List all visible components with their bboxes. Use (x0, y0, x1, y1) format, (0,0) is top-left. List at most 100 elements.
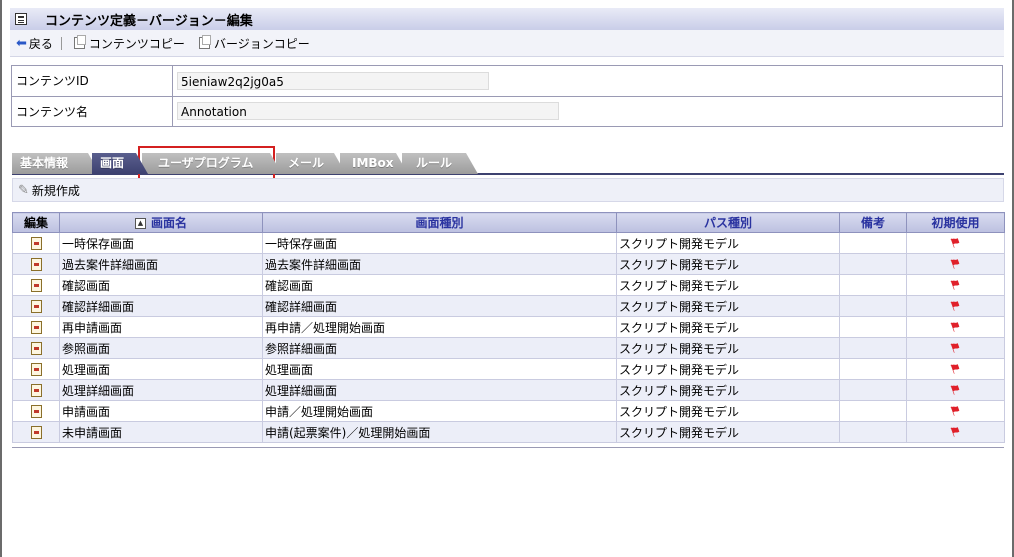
new-create-button[interactable]: ✎ 新規作成 (13, 182, 80, 199)
table-row: 処理画面 処理画面 スクリプト開発モデル ⚑ (12, 358, 1005, 380)
table-row: 一時保存画面 一時保存画面 スクリプト開発モデル ⚑ (12, 232, 1005, 254)
header-path-type[interactable]: パス種別 (616, 212, 840, 233)
edit-cell[interactable] (12, 337, 60, 359)
edit-icon[interactable] (30, 258, 42, 271)
edit-icon[interactable] (30, 426, 42, 439)
edit-icon[interactable] (30, 237, 42, 250)
table-row: 確認詳細画面 確認詳細画面 スクリプト開発モデル ⚑ (12, 295, 1005, 317)
header-screen-name[interactable]: ▲ 画面名 (59, 212, 263, 233)
edit-cell[interactable] (12, 421, 60, 443)
edit-cell[interactable] (12, 316, 60, 338)
edit-cell[interactable] (12, 274, 60, 296)
screen-type-cell: 処理画面 (262, 358, 617, 380)
edit-cell[interactable] (12, 400, 60, 422)
screen-type-cell: 再申請／処理開始画面 (262, 316, 617, 338)
tab-basic-info[interactable]: 基本情報 (12, 153, 100, 174)
initial-use-cell[interactable]: ⚑ (906, 358, 1005, 380)
back-button[interactable]: ⬅ 戻る (10, 35, 53, 52)
edit-icon[interactable] (30, 384, 42, 397)
flag-icon[interactable]: ⚑ (947, 360, 963, 378)
content-copy-label: コンテンツコピー (88, 36, 185, 51)
initial-use-cell[interactable]: ⚑ (906, 337, 1005, 359)
note-cell (839, 253, 907, 275)
content-id-label: コンテンツID (11, 65, 173, 97)
content-name-cell: Annotation (172, 95, 1003, 127)
edit-cell[interactable] (12, 253, 60, 275)
initial-use-cell[interactable]: ⚑ (906, 316, 1005, 338)
edit-icon[interactable] (30, 342, 42, 355)
screen-name-cell: 申請画面 (59, 400, 263, 422)
tab-mail[interactable]: メール (276, 153, 346, 174)
path-type-cell: スクリプト開発モデル (616, 379, 840, 401)
toolbar-divider (60, 36, 62, 50)
copy-icon (73, 35, 86, 49)
flag-icon[interactable]: ⚑ (947, 402, 963, 420)
version-copy-label: バージョンコピー (213, 36, 310, 51)
screen-name-cell: 参照画面 (59, 337, 263, 359)
screen-type-cell: 過去案件詳細画面 (262, 253, 617, 275)
initial-use-cell[interactable]: ⚑ (906, 379, 1005, 401)
edit-cell[interactable] (12, 232, 60, 254)
flag-icon[interactable]: ⚑ (947, 381, 963, 399)
initial-use-cell[interactable]: ⚑ (906, 421, 1005, 443)
initial-use-cell[interactable]: ⚑ (906, 253, 1005, 275)
tab-imbox[interactable]: IMBox (340, 153, 408, 174)
header-screen-type[interactable]: 画面種別 (262, 212, 617, 233)
screen-type-cell: 参照詳細画面 (262, 337, 617, 359)
version-copy-button[interactable]: バージョンコピー (198, 35, 310, 52)
screen-type-cell: 確認画面 (262, 274, 617, 296)
edit-icon[interactable] (30, 300, 42, 313)
content-id-cell: 5ieniaw2q2jg0a5 (172, 65, 1003, 97)
screen-type-cell: 申請／処理開始画面 (262, 400, 617, 422)
table-header-row: 編集 ▲ 画面名 画面種別 パス種別 備考 初期使用 (12, 212, 1005, 233)
content-name-row: コンテンツ名 Annotation (11, 95, 1003, 127)
initial-use-cell[interactable]: ⚑ (906, 274, 1005, 296)
screen-type-cell: 一時保存画面 (262, 232, 617, 254)
back-arrow-icon: ⬅ (16, 35, 27, 51)
document-icon (15, 13, 27, 25)
sort-asc-icon[interactable]: ▲ (134, 218, 146, 229)
edit-cell[interactable] (12, 358, 60, 380)
table-bottom-border (12, 447, 1004, 448)
edit-icon[interactable] (30, 363, 42, 376)
content-id-row: コンテンツID 5ieniaw2q2jg0a5 (11, 65, 1003, 97)
table-row: 申請画面 申請／処理開始画面 スクリプト開発モデル ⚑ (12, 400, 1005, 422)
path-type-cell: スクリプト開発モデル (616, 316, 840, 338)
edit-cell[interactable] (12, 379, 60, 401)
initial-use-cell[interactable]: ⚑ (906, 400, 1005, 422)
path-type-cell: スクリプト開発モデル (616, 337, 840, 359)
tab-user-program[interactable]: ユーザプログラム (142, 153, 282, 174)
initial-use-cell[interactable]: ⚑ (906, 295, 1005, 317)
content-copy-button[interactable]: コンテンツコピー (73, 35, 185, 52)
header-initial-use[interactable]: 初期使用 (906, 212, 1005, 233)
screen-table: 編集 ▲ 画面名 画面種別 パス種別 備考 初期使用 一時保存画面 一時保存画面 スク… (12, 212, 1005, 443)
flag-icon[interactable]: ⚑ (947, 318, 963, 336)
path-type-cell: スクリプト開発モデル (616, 253, 840, 275)
edit-icon[interactable] (30, 321, 42, 334)
screen-type-cell: 処理詳細画面 (262, 379, 617, 401)
edit-icon[interactable] (30, 405, 42, 418)
header-edit: 編集 (12, 212, 60, 233)
edit-cell[interactable] (12, 295, 60, 317)
page-title: コンテンツ定義－バージョン－編集 (45, 13, 253, 29)
flag-icon[interactable]: ⚑ (947, 276, 963, 294)
note-cell (839, 400, 907, 422)
path-type-cell: スクリプト開発モデル (616, 274, 840, 296)
note-cell (839, 337, 907, 359)
flag-icon[interactable]: ⚑ (947, 339, 963, 357)
tab-rule[interactable]: ルール (402, 153, 478, 174)
note-cell (839, 295, 907, 317)
screen-name-cell: 処理詳細画面 (59, 379, 263, 401)
content-info-table: コンテンツID 5ieniaw2q2jg0a5 コンテンツ名 Annotatio… (11, 65, 1003, 127)
flag-icon[interactable]: ⚑ (947, 255, 963, 273)
note-cell (839, 421, 907, 443)
back-label: 戻る (28, 36, 53, 51)
flag-icon[interactable]: ⚑ (947, 234, 963, 252)
header-note[interactable]: 備考 (839, 212, 907, 233)
flag-icon[interactable]: ⚑ (947, 297, 963, 315)
initial-use-cell[interactable]: ⚑ (906, 232, 1005, 254)
edit-icon[interactable] (30, 279, 42, 292)
copy-icon (198, 35, 211, 49)
content-name-field: Annotation (177, 102, 559, 121)
flag-icon[interactable]: ⚑ (947, 423, 963, 441)
